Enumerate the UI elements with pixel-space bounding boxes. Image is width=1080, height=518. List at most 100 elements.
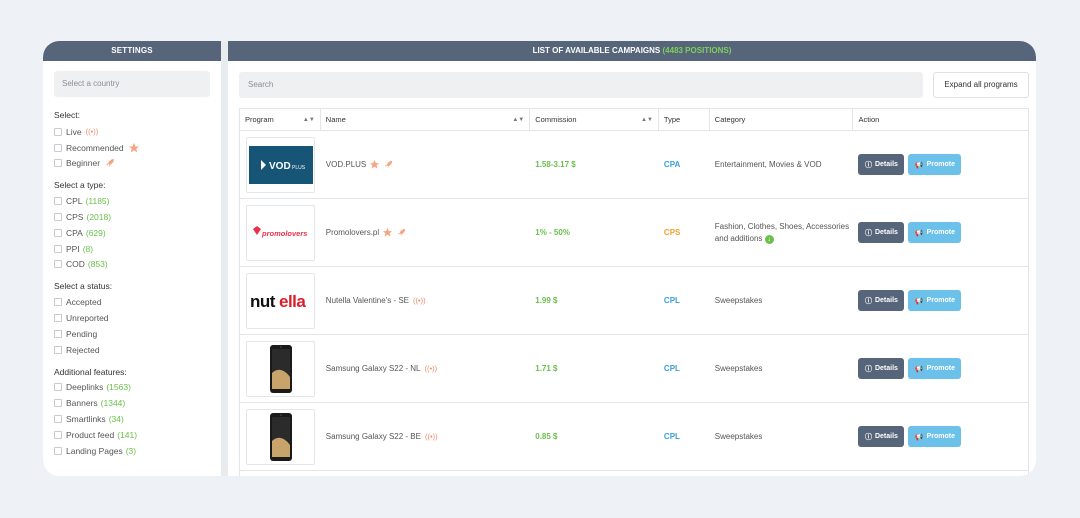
- category: Entertainment, Movies & VOD: [714, 159, 822, 169]
- type-group-title: Select a type:: [54, 180, 106, 191]
- filter-landing-pages[interactable]: Landing Pages (3): [54, 443, 221, 459]
- table-row: promolovers Promolovers.pl 1% - 50% CPS …: [240, 199, 1028, 267]
- table-row: Samsung Galaxy S22 - BE ((•)) 0.85 $ CPL …: [240, 403, 1028, 471]
- commission: 1.71 $: [535, 364, 558, 373]
- checkbox[interactable]: [54, 446, 62, 455]
- promote-button[interactable]: 📢 Promote: [908, 426, 962, 447]
- checkbox[interactable]: [54, 329, 62, 338]
- filter-recommended[interactable]: Recommended: [54, 140, 221, 156]
- filter-banners[interactable]: Banners (1344): [54, 395, 221, 411]
- type-badge: CPL: [663, 364, 680, 373]
- details-button[interactable]: ⓘ Details: [858, 426, 905, 447]
- country-select[interactable]: Select a country: [54, 71, 210, 97]
- filter-type-cps[interactable]: CPS (2018): [54, 209, 221, 225]
- live-icon: ((•)): [85, 127, 99, 137]
- program-logo[interactable]: VOD PLUS: [246, 136, 315, 193]
- info-icon: ⓘ: [864, 297, 872, 305]
- type-badge: CPA: [663, 160, 681, 169]
- col-program[interactable]: Program ▲▼: [240, 109, 321, 131]
- filter-beginner[interactable]: Beginner: [54, 156, 221, 172]
- table-row: Samsung Galaxy S22 - NL ((•)) 1.71 $ CPL …: [240, 335, 1028, 403]
- megaphone-icon: 📢: [914, 433, 924, 441]
- checkbox[interactable]: [54, 399, 62, 408]
- col-commission[interactable]: Commission ▲▼: [530, 109, 659, 131]
- rocket-icon: [397, 228, 406, 237]
- checkbox[interactable]: [54, 127, 62, 136]
- program-logo[interactable]: promolovers: [246, 204, 315, 261]
- filter-deeplinks[interactable]: Deeplinks (1563): [54, 380, 221, 396]
- checkbox[interactable]: [54, 244, 62, 253]
- filter-type-cpa[interactable]: CPA (629): [54, 225, 221, 241]
- megaphone-icon: 📢: [914, 297, 924, 305]
- checkbox[interactable]: [54, 383, 62, 392]
- nutella-logo: nut ella: [250, 292, 307, 311]
- sort-icon[interactable]: ▲▼: [641, 109, 653, 131]
- checkbox[interactable]: [54, 228, 62, 237]
- program-name[interactable]: Promolovers.pl: [326, 228, 379, 237]
- type-badge: CPS: [663, 228, 681, 237]
- features-group-title: Additional features:: [54, 366, 127, 377]
- info-icon: ⓘ: [864, 229, 872, 237]
- program-name[interactable]: Nutella Valentine's - SE: [326, 296, 409, 305]
- expand-all-button[interactable]: Expand all programs: [933, 72, 1029, 98]
- checkbox[interactable]: [54, 345, 62, 354]
- live-icon: ((•)): [424, 364, 438, 373]
- svg-text:PLUS: PLUS: [292, 165, 306, 171]
- filter-status-unreported[interactable]: Unreported: [54, 310, 221, 326]
- megaphone-icon: 📢: [914, 229, 924, 237]
- program-logo[interactable]: [246, 408, 315, 465]
- program-logo[interactable]: [246, 340, 315, 397]
- promote-button[interactable]: 📢 Promote: [908, 290, 962, 311]
- promote-button[interactable]: 📢 Promote: [908, 154, 962, 175]
- type-badge: CPL: [663, 432, 680, 441]
- filter-live[interactable]: Live ((•)): [54, 124, 221, 140]
- checkbox[interactable]: [54, 430, 62, 439]
- table-row: nut ella Nutella Valentine's - SE ((•)) 1.…: [240, 267, 1028, 335]
- category: Fashion, Clothes, Shoes, Accessories and…: [714, 221, 850, 244]
- details-button[interactable]: ⓘ Details: [858, 290, 905, 311]
- select-group-title: Select:: [54, 110, 80, 120]
- filter-smartlinks[interactable]: Smartlinks (34): [54, 411, 221, 427]
- details-button[interactable]: ⓘ Details: [858, 222, 905, 243]
- promote-button[interactable]: 📢 Promote: [908, 358, 962, 379]
- checkbox[interactable]: [54, 415, 62, 424]
- expand-down-icon[interactable]: ↓: [764, 234, 774, 244]
- sort-icon[interactable]: ▲▼: [303, 109, 315, 131]
- checkbox[interactable]: [54, 197, 62, 206]
- col-type: Type: [659, 109, 710, 131]
- megaphone-icon: 📢: [914, 161, 924, 169]
- promote-button[interactable]: 📢 Promote: [908, 222, 962, 243]
- info-icon: ⓘ: [864, 433, 872, 441]
- checkbox[interactable]: [54, 260, 62, 269]
- info-icon: ⓘ: [864, 161, 872, 169]
- megaphone-icon: 📢: [914, 365, 924, 373]
- live-icon: ((•)): [413, 296, 426, 305]
- checkbox[interactable]: [54, 298, 62, 307]
- campaigns-panel: LIST OF AVAILABLE CAMPAIGNS (4483 POSITI…: [228, 41, 1036, 476]
- program-logo[interactable]: nut ella: [246, 272, 315, 329]
- checkbox[interactable]: [54, 143, 62, 152]
- app-frame: SETTINGS Select a country Select: Live((…: [43, 41, 1036, 476]
- filter-type-cpl[interactable]: CPL (1185): [54, 193, 221, 209]
- promolovers-logo: promolovers: [252, 225, 307, 238]
- details-button[interactable]: ⓘ Details: [858, 154, 905, 175]
- filter-type-ppi[interactable]: PPI (8): [54, 241, 221, 257]
- filter-status-rejected[interactable]: Rejected: [54, 342, 221, 358]
- checkbox[interactable]: [54, 213, 62, 222]
- sort-icon[interactable]: ▲▼: [512, 109, 524, 131]
- filter-type-cod[interactable]: COD (853): [54, 257, 221, 273]
- rocket-icon: [106, 159, 115, 168]
- program-name[interactable]: Samsung Galaxy S22 - NL: [326, 364, 421, 373]
- checkbox[interactable]: [54, 314, 62, 323]
- checkbox[interactable]: [54, 159, 62, 168]
- details-button[interactable]: ⓘ Details: [858, 358, 905, 379]
- search-input[interactable]: Search: [239, 72, 923, 98]
- settings-sidebar: SETTINGS Select a country Select: Live((…: [43, 41, 221, 476]
- filter-status-pending[interactable]: Pending: [54, 326, 221, 342]
- filter-status-accepted[interactable]: Accepted: [54, 294, 221, 310]
- program-name[interactable]: Samsung Galaxy S22 - BE: [326, 432, 421, 441]
- filter-product-feed[interactable]: Product feed (141): [54, 427, 221, 443]
- program-name[interactable]: VOD.PLUS: [326, 160, 366, 169]
- star-icon: [128, 142, 139, 153]
- col-name[interactable]: Name ▲▼: [321, 109, 531, 131]
